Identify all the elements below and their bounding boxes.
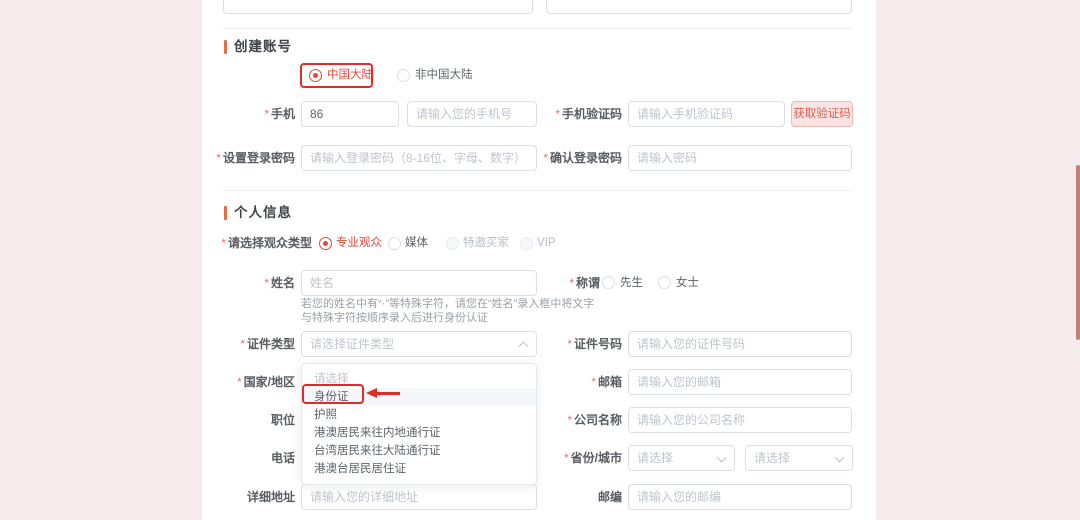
city-select-placeholder: 请选择 [754,451,791,465]
annotation-arrow-icon [366,388,377,398]
email-input[interactable] [628,369,852,395]
chevron-down-icon [834,452,845,463]
annotation-box-id-card [302,384,364,404]
dropdown-option-hk-macau-permit[interactable]: 港澳居民来往内地通行证 [302,424,536,442]
radio-media[interactable] [388,237,401,250]
annotation-box-region [300,63,373,88]
id-type-dropdown: 请选择 身份证 护照 港澳居民来往内地通行证 台湾居民来往大陆通行证 港澳台居民… [301,363,537,485]
sms-code-label: * 手机验证码 [555,107,622,121]
section-accent-bar [224,40,227,54]
id-number-input[interactable] [628,331,852,357]
required-star: * [240,337,245,351]
dropdown-option-passport[interactable]: 护照 [302,406,536,424]
required-star: * [236,375,242,389]
salutation-label: * 称谓 [569,276,600,290]
annotation-arrow-line [377,392,400,395]
radio-mr[interactable] [602,276,615,289]
set-password-label: * 设置登录密码 [216,151,295,165]
personal-info-title: 个人信息 [234,205,292,220]
id-type-select-placeholder: 请选择证件类型 [310,337,395,351]
name-label: * 姓名 [264,276,295,290]
telephone-label: 电话 [270,451,295,465]
required-star: * [567,337,572,351]
dropdown-option-taiwan-permit[interactable]: 台湾居民来往大陆通行证 [302,442,536,460]
scrollbar-thumb[interactable] [1076,165,1080,340]
create-account-title: 创建账号 [234,39,292,54]
radio-mr-label[interactable]: 先生 [620,270,643,296]
province-select[interactable]: 请选择 [628,445,735,471]
required-star: * [264,276,269,290]
phone-label: * 手机 [264,107,295,121]
radio-non-china-mainland[interactable] [397,69,410,82]
section-accent-bar [224,206,227,220]
required-star: * [567,413,572,427]
id-type-label: * 证件类型 [240,337,295,351]
radio-vip-label[interactable]: VIP [537,230,556,256]
name-hint-line1: 若您的姓名中有“·”等特殊字符，请您在“姓名”录入框中将文字 [301,298,595,310]
chevron-down-icon [716,452,727,463]
get-sms-code-button[interactable]: 获取验证码 [791,101,853,127]
section-divider [223,190,853,191]
required-star: * [543,151,548,165]
top-cutoff-input-left[interactable] [223,0,533,14]
radio-invited-buyer[interactable] [446,237,459,250]
name-input[interactable] [301,270,537,296]
radio-ms[interactable] [658,276,671,289]
radio-vip[interactable] [520,237,533,250]
sms-code-input[interactable] [628,101,785,127]
company-input[interactable] [628,407,852,433]
audience-type-label: * 请选择观众类型 [221,236,312,250]
radio-non-china-mainland-label[interactable]: 非中国大陆 [415,63,473,88]
required-star: * [216,151,221,165]
radio-professional-visitor-label[interactable]: 专业观众 [336,230,382,256]
top-cutoff-input-right[interactable] [546,0,852,14]
required-star: * [264,107,269,121]
required-star: * [591,375,596,389]
required-star: * [221,236,226,250]
address-label: 详细地址 [246,490,295,504]
required-star: * [563,451,569,465]
country-region-label: * 国家/地区 [236,375,295,389]
name-hint-line2: 与特殊字符按顺序录入后进行身份认证 [301,312,488,324]
confirm-password-input[interactable] [628,145,852,171]
position-label: 职位 [270,413,295,427]
required-star: * [569,276,574,290]
required-star: * [555,107,560,121]
section-divider [223,28,853,29]
id-number-label: * 证件号码 [567,337,622,351]
radio-media-label[interactable]: 媒体 [405,230,428,256]
city-select[interactable]: 请选择 [745,445,853,471]
radio-ms-label[interactable]: 女士 [676,270,699,296]
province-select-placeholder: 请选择 [637,451,674,465]
radio-professional-visitor[interactable] [319,237,332,250]
phone-country-code-input[interactable] [301,101,399,127]
postcode-label: 邮编 [597,490,622,504]
radio-invited-buyer-label[interactable]: 特邀买家 [463,230,509,256]
confirm-password-label: * 确认登录密码 [543,151,622,165]
postcode-input[interactable] [628,484,852,510]
dropdown-option-residence-permit[interactable]: 港澳台居民居住证 [302,460,536,478]
